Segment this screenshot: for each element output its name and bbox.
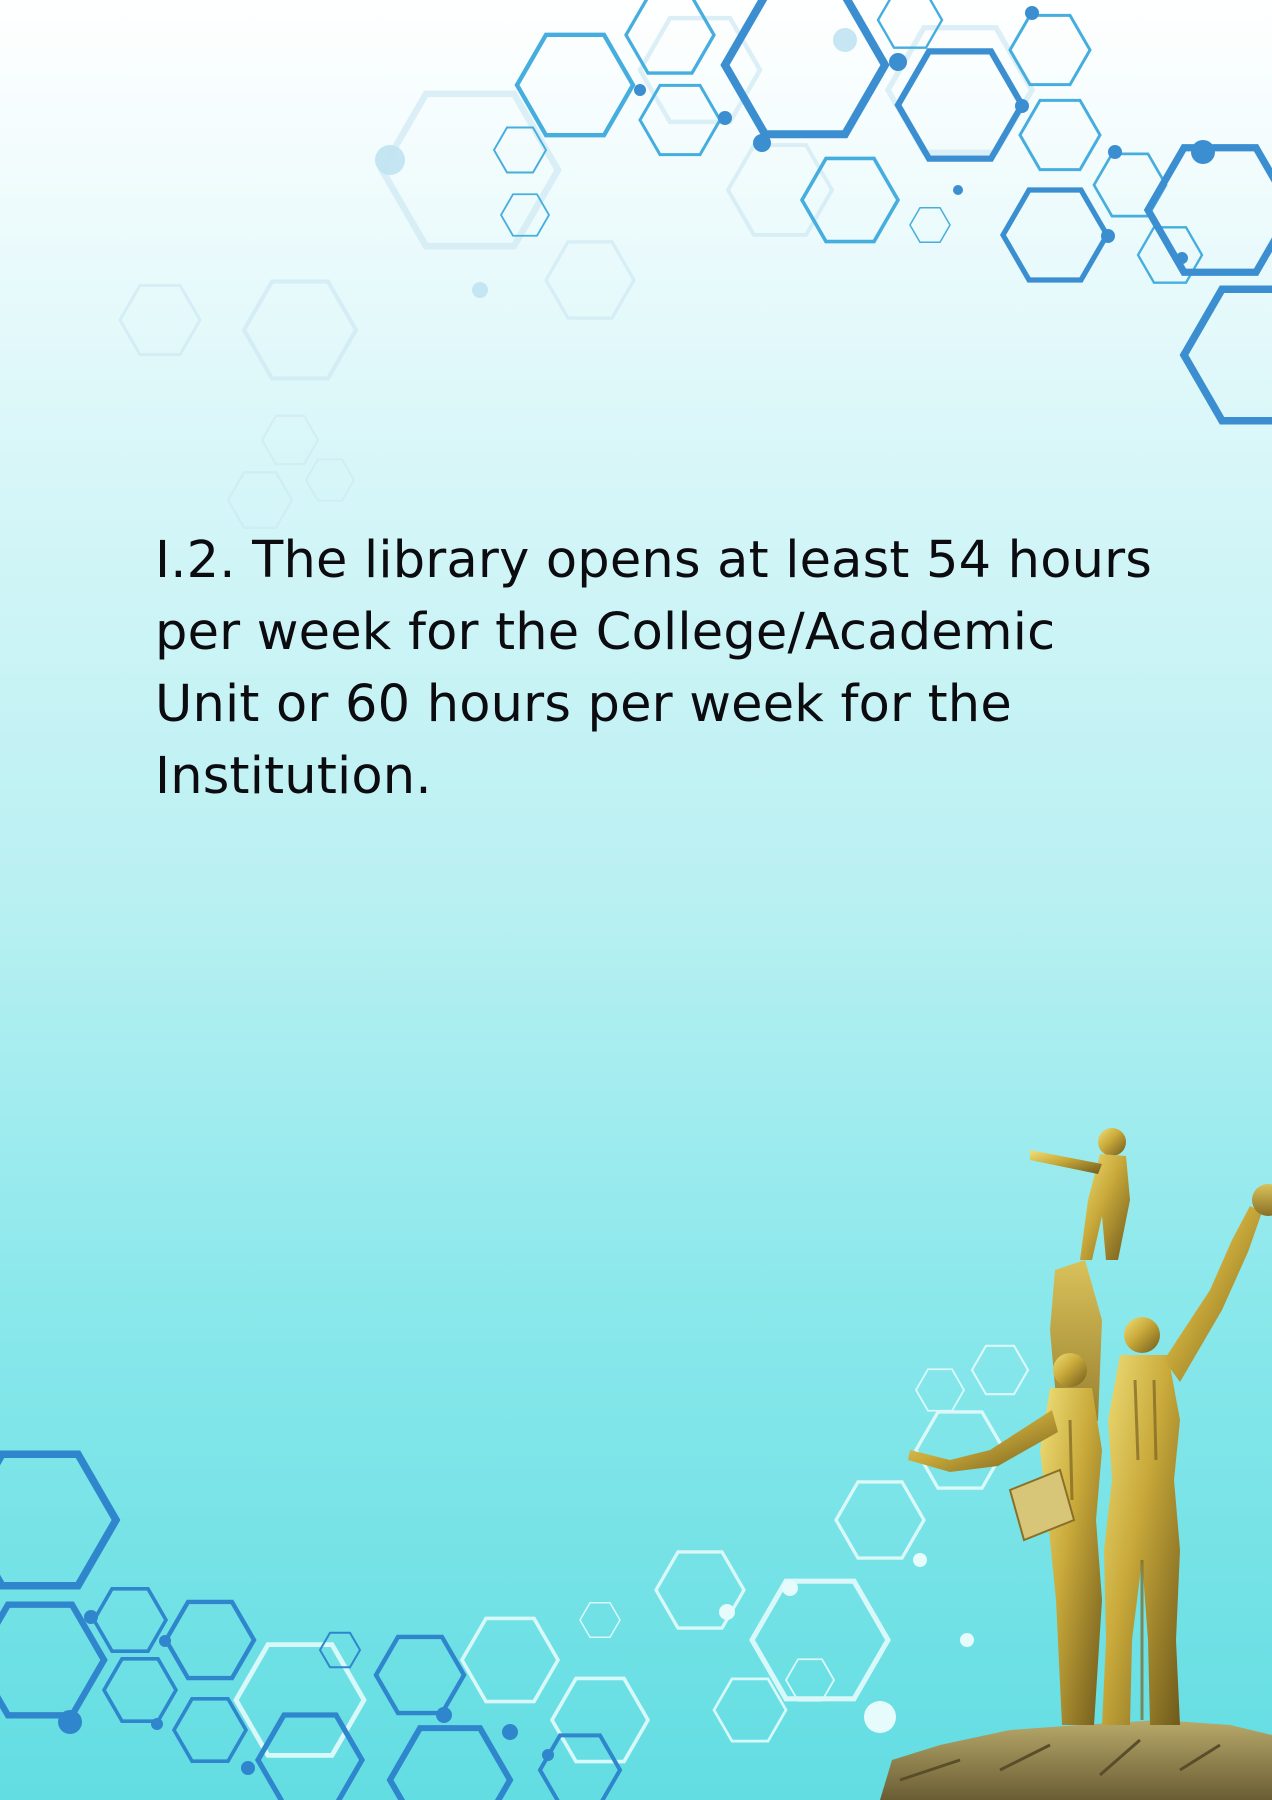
criterion-line-2: per week for the College/Academic	[155, 603, 1056, 662]
criterion-line-3: Unit or 60 hours per week for the	[155, 675, 1012, 734]
criterion-line-4: Institution.	[155, 747, 432, 806]
criterion-block: I.2. The library opens at least 54 hours…	[155, 525, 1153, 813]
criterion-text: I.2. The library opens at least 54 hours…	[155, 525, 1153, 813]
document-page: I.2. The library opens at least 54 hours…	[0, 0, 1272, 1800]
statue-illustration	[880, 1120, 1272, 1800]
criterion-line-1: I.2. The library opens at least 54 hours	[155, 531, 1153, 590]
